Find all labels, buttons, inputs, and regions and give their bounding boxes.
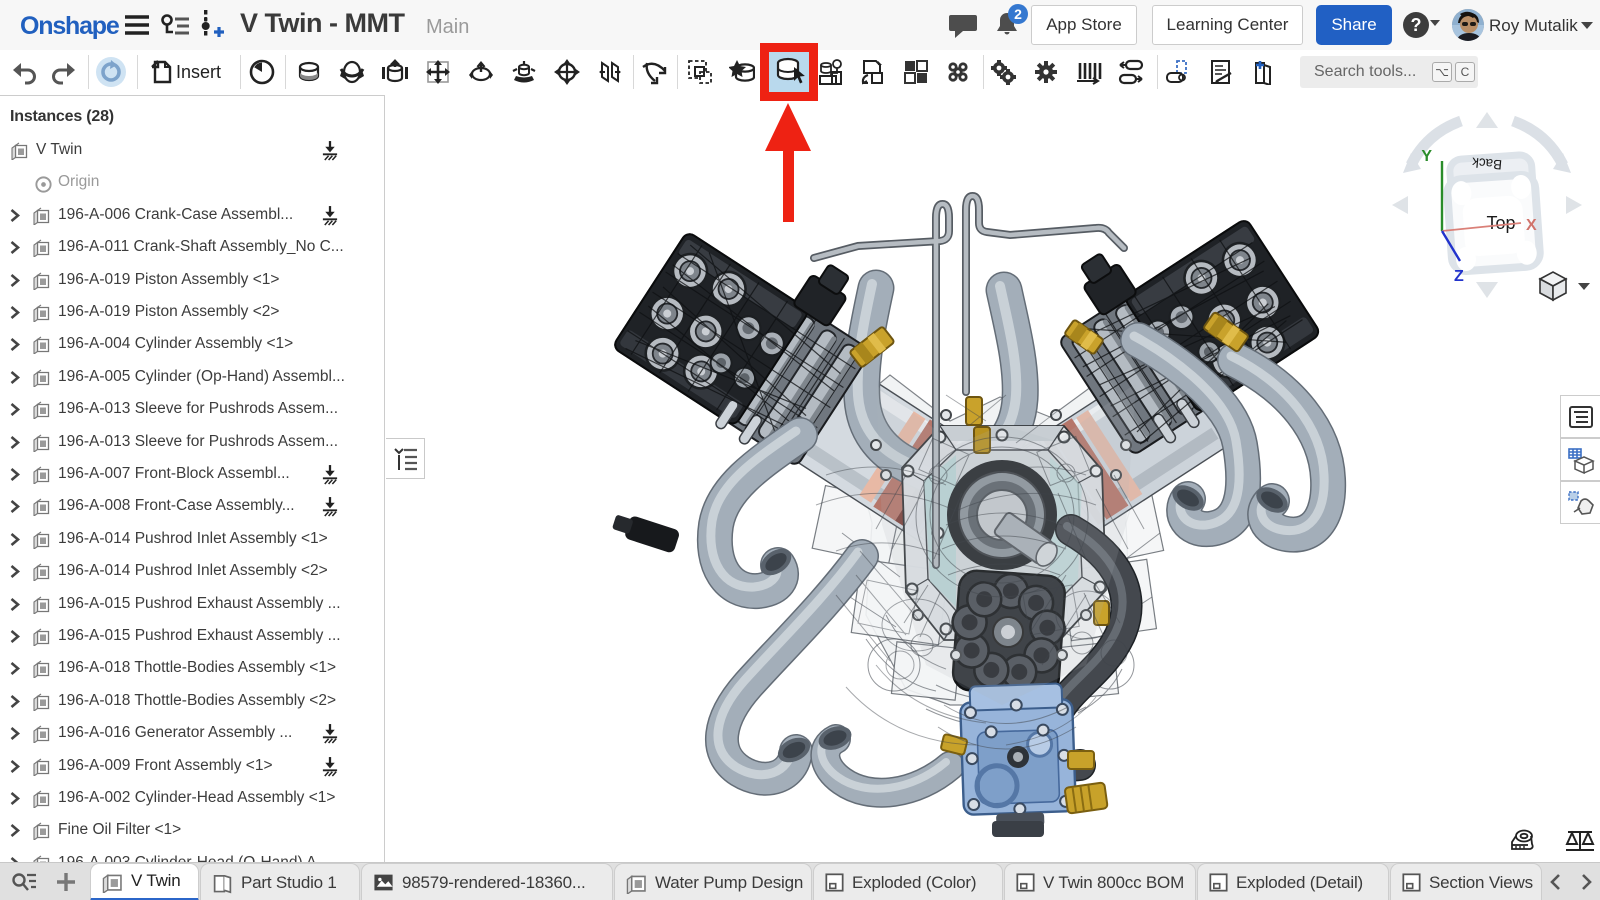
svg-text:X: X bbox=[1526, 217, 1537, 234]
svg-text:Back: Back bbox=[1471, 155, 1502, 173]
svg-text:Top: Top bbox=[1486, 213, 1515, 233]
svg-text:Y: Y bbox=[1421, 148, 1432, 165]
svg-text:?: ? bbox=[1411, 15, 1422, 35]
svg-text:Z: Z bbox=[1454, 268, 1464, 285]
